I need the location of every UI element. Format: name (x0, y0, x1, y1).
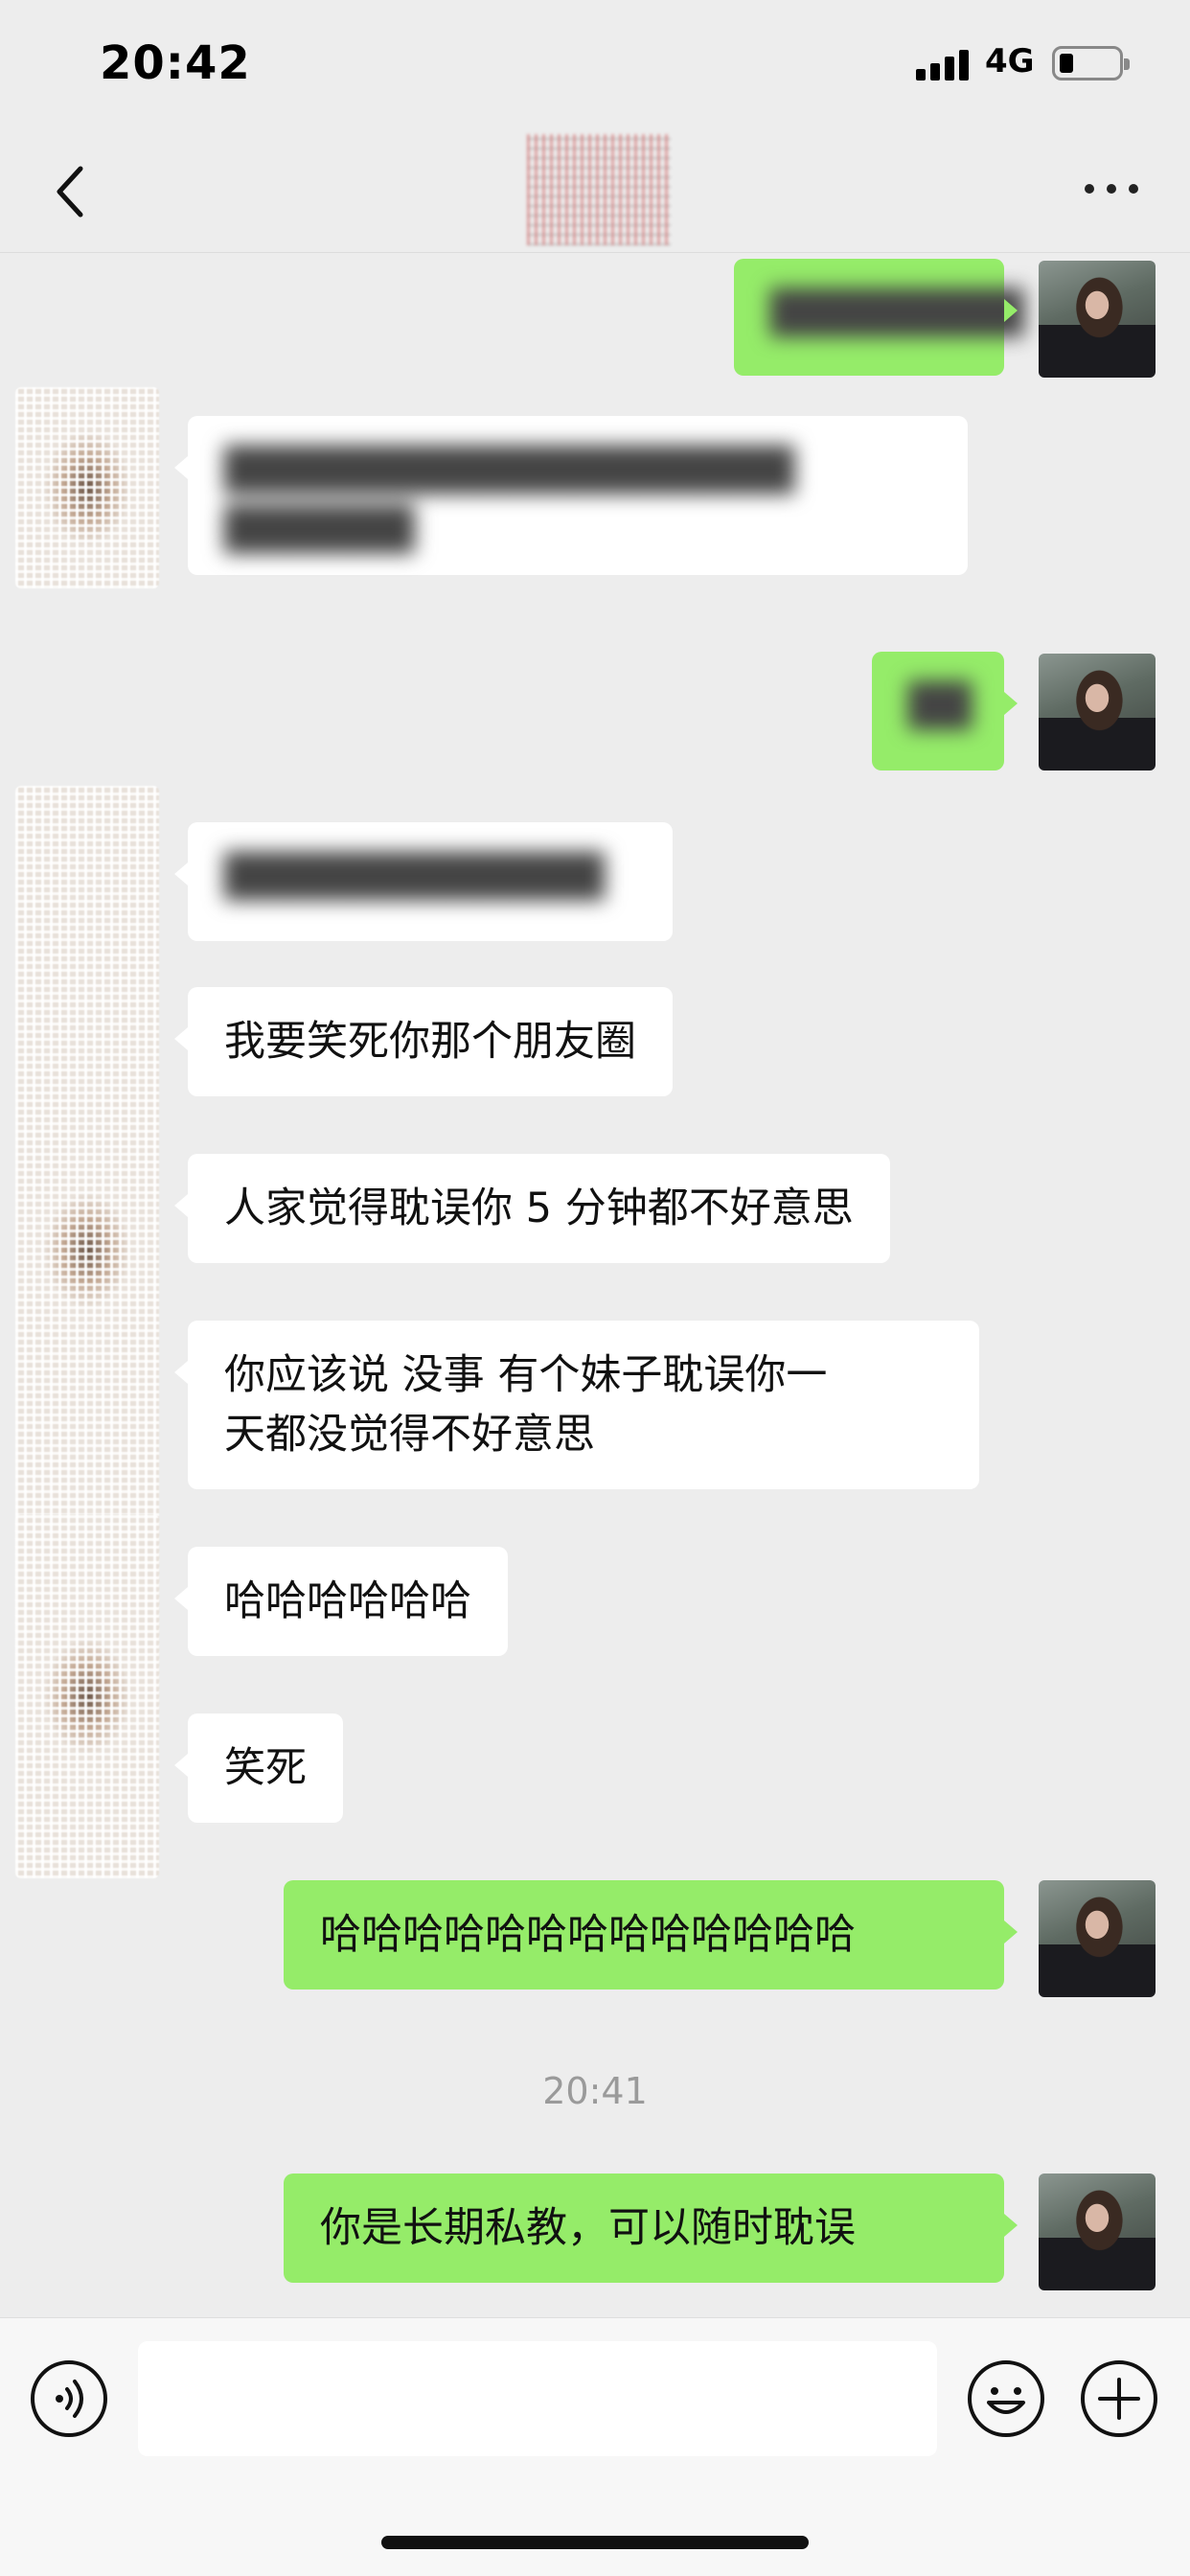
avatar-me[interactable] (1039, 2174, 1156, 2290)
status-bar: 20:42 4G (0, 0, 1190, 134)
message-bubble-in[interactable]: 我要笑死你那个朋友圈 (174, 987, 673, 1096)
chevron-left-icon (57, 166, 83, 218)
message-bubble-in[interactable]: 笑死 (174, 1714, 343, 1823)
emoji-button[interactable] (966, 2358, 1046, 2439)
message-bubble-out[interactable]: ████████ (734, 259, 1024, 376)
message-bubble-out[interactable]: ██ (872, 652, 1018, 770)
plus-icon (1081, 2360, 1157, 2437)
avatar-me[interactable] (1039, 1880, 1156, 1997)
signal-icon (916, 48, 973, 80)
avatar-me[interactable] (1039, 654, 1156, 770)
message-bubble-in[interactable]: ██████████████████ ██████ (174, 416, 968, 575)
back-button[interactable] (38, 157, 105, 224)
message-bubble-in[interactable]: 你应该说 没事 有个妹子耽误你一 天都没觉得不好意思 (174, 1321, 979, 1489)
chat-title-redacted (527, 134, 671, 245)
message-text: 笑死 (224, 1744, 307, 1792)
emoji-icon (968, 2360, 1044, 2437)
message-input[interactable] (138, 2341, 937, 2456)
chat-area[interactable]: ████████ ██████████████████ ██████ ██ ███… (0, 253, 1190, 2323)
message-text: 哈哈哈哈哈哈哈哈哈哈哈哈哈 (320, 1911, 856, 1959)
more-button[interactable] (1073, 171, 1150, 209)
avatar-other[interactable] (15, 1514, 159, 1878)
home-indicator[interactable] (381, 2536, 809, 2549)
chat-header (0, 134, 1190, 253)
message-text-line: 你应该说 没事 有个妹子耽误你一 (224, 1351, 828, 1399)
redacted-text: ████████ (770, 289, 1024, 337)
voice-button[interactable] (29, 2358, 109, 2439)
message-bubble-out[interactable]: 你是长期私教，可以随时耽误 (284, 2174, 1018, 2283)
avatar-me[interactable] (1039, 261, 1156, 378)
message-text: 人家觉得耽误你 5 分钟都不好意思 (224, 1184, 854, 1232)
message-timestamp: 20:41 (542, 2070, 648, 2112)
message-bubble-out[interactable]: 哈哈哈哈哈哈哈哈哈哈哈哈哈 (284, 1880, 1018, 1990)
plus-button[interactable] (1079, 2358, 1159, 2439)
message-text: 哈哈哈哈哈哈 (224, 1577, 471, 1625)
message-bubble-in[interactable]: 哈哈哈哈哈哈 (174, 1547, 508, 1656)
battery-icon (1052, 46, 1130, 80)
avatar-other[interactable] (15, 387, 159, 588)
message-text-line: 天都没觉得不好意思 (224, 1411, 595, 1459)
status-time: 20:42 (100, 36, 251, 90)
message-bubble-in[interactable]: ████████████ (174, 822, 673, 941)
message-bubble-in[interactable]: 人家觉得耽误你 5 分钟都不好意思 (174, 1154, 890, 1263)
message-text: 我要笑死你那个朋友圈 (224, 1018, 636, 1066)
message-text: 你是长期私教，可以随时耽误 (320, 2204, 856, 2252)
voice-icon (31, 2360, 107, 2437)
network-label: 4G (985, 42, 1035, 80)
redacted-text: ██████████████████ ██████ (224, 447, 795, 554)
redacted-text: ████████████ (224, 853, 605, 901)
ellipsis-icon (1085, 184, 1094, 194)
redacted-text: ██ (908, 682, 973, 730)
